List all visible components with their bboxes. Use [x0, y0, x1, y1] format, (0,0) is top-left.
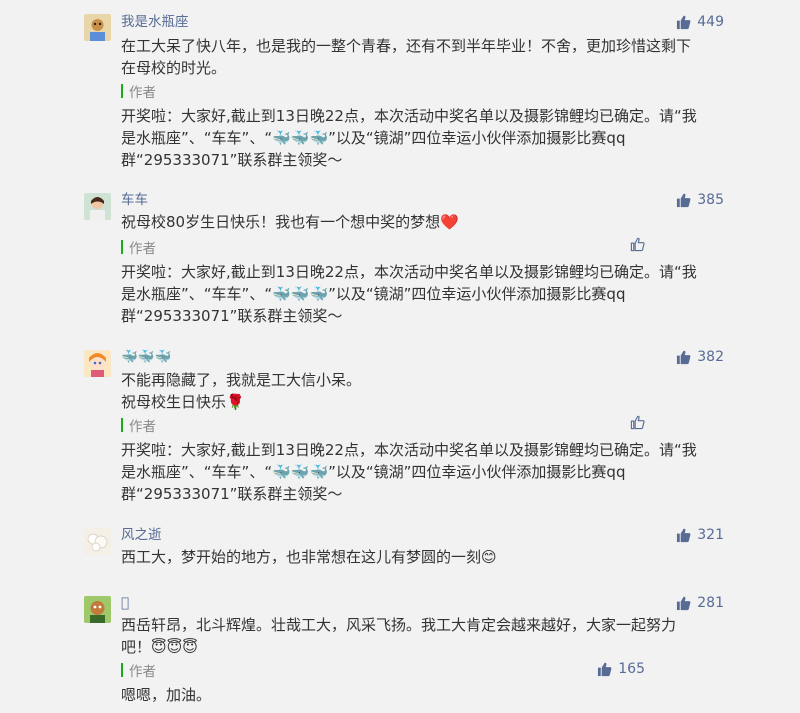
avatar[interactable] [84, 528, 111, 555]
like-button[interactable]: 281 [676, 594, 724, 612]
thumb-up-icon [676, 528, 691, 543]
like-count: 449 [697, 14, 724, 30]
like-count: 385 [697, 192, 724, 208]
like-button[interactable]: 321 [676, 526, 724, 544]
like-button[interactable]: 382 [676, 348, 724, 366]
like-button[interactable]: 385 [676, 191, 724, 209]
thumb-up-icon [676, 596, 691, 611]
comment-nickname[interactable]: 我是水瓶座 [121, 13, 189, 31]
like-count: 321 [697, 527, 724, 543]
thumb-up-icon [676, 193, 691, 208]
author-reply: 作者 165 嗯嗯，加油。 [121, 660, 721, 706]
author-bar [121, 240, 123, 254]
author-label: 作者 [129, 241, 156, 257]
comment-text: 祝母校80岁生日快乐！我也有一个想中奖的梦想❤️ [121, 213, 459, 231]
comment-nickname[interactable]: 车车 [121, 191, 148, 209]
comment-text: 在工大呆了快八年，也是我的一整个青春，还有不到半年毕业！不舍，更加珍惜这剩下 在… [121, 37, 692, 77]
avatar[interactable] [84, 350, 111, 377]
avatar[interactable] [84, 596, 111, 623]
avatar[interactable] [84, 14, 111, 41]
avatar[interactable] [84, 193, 111, 220]
author-label: 作者 [129, 85, 156, 101]
reply-text: 开奖啦：大家好,截止到13日晚22点，本次活动中奖名单以及摄影锦鲤均已确定。请“… [121, 107, 697, 169]
author-label: 作者 [129, 664, 156, 680]
like-button[interactable]: 449 [676, 13, 724, 31]
reply-text: 开奖啦：大家好,截止到13日晚22点，本次活动中奖名单以及摄影锦鲤均已确定。请“… [121, 263, 697, 325]
author-bar [121, 84, 123, 98]
like-count: 281 [697, 595, 724, 611]
reply-text: 开奖啦：大家好,截止到13日晚22点，本次活动中奖名单以及摄影锦鲤均已确定。请“… [121, 441, 697, 503]
thumb-up-icon [597, 662, 612, 677]
thumb-up-icon [676, 350, 691, 365]
thumb-up-outline-icon [630, 237, 645, 252]
reply-like-button[interactable]: 165 [597, 660, 645, 678]
reply-like-button[interactable] [630, 415, 645, 430]
reply-text: 嗯嗯，加油。 [121, 686, 212, 704]
comment-text: 西岳轩昂，北斗辉煌。壮哉工大，风采飞扬。我工大肯定会越来越好，大家一起努力 吧！… [121, 616, 677, 656]
author-bar [121, 663, 123, 677]
author-reply: 作者 开奖啦：大家好,截止到13日晚22点，本次活动中奖名单以及摄影锦鲤均已确定… [121, 415, 721, 505]
thumb-up-icon [676, 15, 691, 30]
author-reply: 作者 开奖啦：大家好,截止到13日晚22点，本次活动中奖名单以及摄影锦鲤均已确定… [121, 81, 721, 171]
author-bar [121, 418, 123, 432]
thumb-up-outline-icon [630, 415, 645, 430]
reply-like-button[interactable] [630, 237, 645, 252]
like-count: 382 [697, 349, 724, 365]
comment-nickname[interactable]: 风之逝 [121, 526, 162, 544]
reply-like-count: 165 [618, 661, 645, 677]
comment-text: 西工大，梦开始的地方，也非常想在这儿有梦圆的一刻😊 [121, 548, 497, 566]
comment-nickname[interactable]: 🐳🐳🐳 [121, 348, 171, 366]
comment-nickname[interactable]: 􏰀 [121, 594, 129, 612]
author-reply: 作者 开奖啦：大家好,截止到13日晚22点，本次活动中奖名单以及摄影锦鲤均已确定… [121, 237, 721, 327]
author-label: 作者 [129, 419, 156, 435]
comment-text: 不能再隐藏了，我就是工大信小呆。 祝母校生日快乐🌹 [121, 371, 362, 411]
